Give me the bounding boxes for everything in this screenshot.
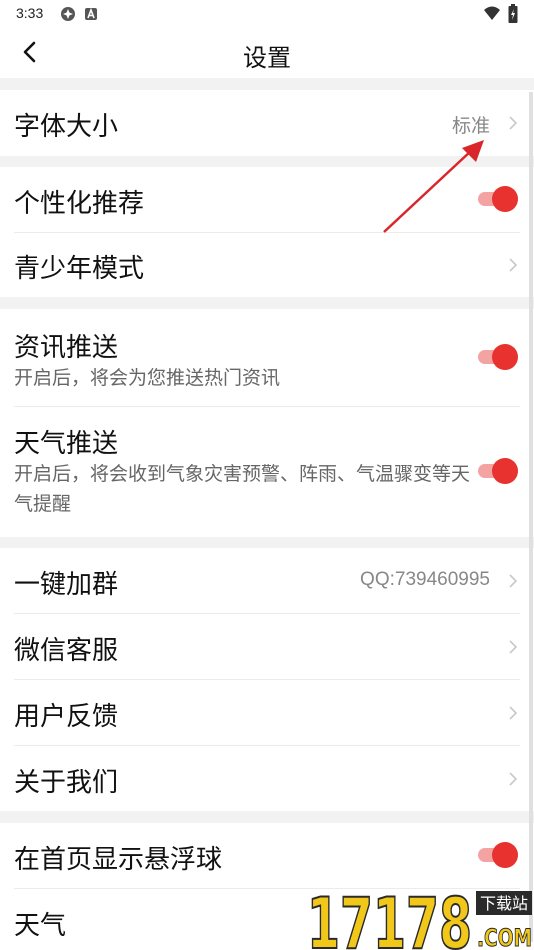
join-group-value: QQ:739460995 — [360, 569, 490, 590]
toggle-knob — [492, 344, 518, 370]
scrollbar[interactable] — [529, 92, 533, 942]
teen-mode-row[interactable]: 青少年模式 — [0, 233, 534, 297]
toggle-knob — [492, 458, 518, 484]
feedback-label: 用户反馈 — [14, 702, 119, 732]
chevron-right-icon — [509, 258, 518, 272]
weather-push-row: 天气推送 开启后，将会收到气象灾害预警、阵雨、气温骤变等天气提醒 — [0, 407, 534, 537]
wifi-icon — [484, 6, 500, 20]
font-size-value: 标准 — [451, 116, 490, 137]
toggle-knob — [492, 186, 518, 212]
join-group-label: 一键加群 — [14, 570, 119, 600]
float-ball-label: 在首页显示悬浮球 — [14, 845, 223, 875]
chevron-right-icon — [509, 574, 518, 588]
chevron-right-icon — [509, 116, 518, 130]
weather-push-label: 天气推送 — [14, 429, 119, 459]
personal-recommend-label: 个性化推荐 — [14, 189, 145, 219]
page-title: 设置 — [243, 44, 291, 72]
battery-icon — [508, 4, 518, 23]
nav-bar: 设置 — [0, 28, 534, 78]
status-bar: 3:33 — [0, 0, 534, 28]
chevron-right-icon — [509, 706, 518, 720]
news-push-row: 资讯推送 开启后，将会为您推送热门资讯 — [0, 309, 534, 406]
teen-mode-label: 青少年模式 — [14, 254, 145, 284]
status-time: 3:33 — [16, 5, 44, 21]
notification-a-icon — [85, 7, 97, 20]
chevron-right-icon — [509, 640, 518, 654]
about-label: 关于我们 — [14, 768, 119, 798]
wechat-service-label: 微信客服 — [14, 636, 119, 666]
weather-push-desc: 开启后，将会收到气象灾害预警、阵雨、气温骤变等天气提醒 — [14, 463, 471, 515]
annotation-arrow-icon — [383, 140, 484, 233]
news-push-toggle[interactable] — [478, 344, 518, 370]
weather-push-toggle[interactable] — [478, 458, 518, 484]
weather-label: 天气 — [14, 911, 67, 941]
news-push-desc: 开启后，将会为您推送热门资讯 — [14, 367, 281, 389]
news-push-label: 资讯推送 — [14, 333, 119, 363]
site-watermark: 17178 下载站 .COM — [306, 888, 533, 950]
watermark-number: 17178 — [307, 888, 472, 950]
wechat-service-row[interactable]: 微信客服 — [0, 614, 534, 679]
float-ball-toggle[interactable] — [478, 842, 518, 868]
about-row[interactable]: 关于我们 — [0, 746, 534, 811]
font-size-label: 字体大小 — [14, 112, 119, 142]
toggle-knob — [492, 842, 518, 868]
chevron-right-icon — [509, 772, 518, 786]
section-push: 资讯推送 开启后，将会为您推送热门资讯 天气推送 开启后，将会收到气象灾害预警、… — [0, 309, 534, 537]
float-ball-row: 在首页显示悬浮球 — [0, 823, 534, 888]
app-icon — [61, 7, 75, 21]
watermark-tag: 下载站 — [480, 894, 528, 913]
feedback-row[interactable]: 用户反馈 — [0, 680, 534, 745]
watermark-domain: .COM — [477, 924, 532, 950]
join-group-row[interactable]: 一键加群 QQ:739460995 — [0, 548, 534, 613]
section-support: 一键加群 QQ:739460995 微信客服 用户反馈 关于我们 — [0, 548, 534, 811]
